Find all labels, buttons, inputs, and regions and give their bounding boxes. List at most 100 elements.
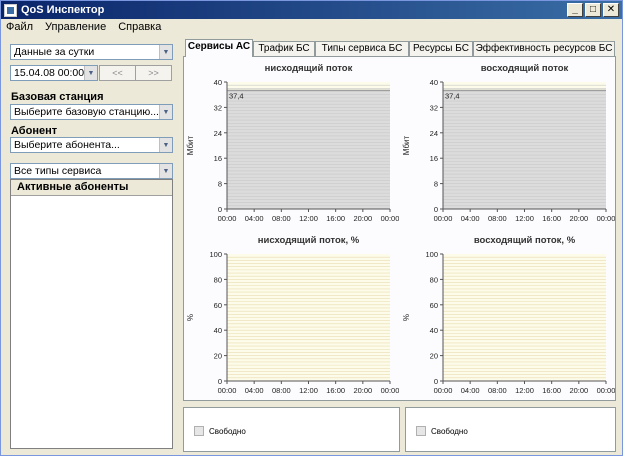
period-select[interactable]: Данные за сутки ▼ <box>10 44 173 60</box>
y-tick-label: 8 <box>218 180 222 189</box>
y-tick-label: 32 <box>430 103 438 112</box>
x-tick-label: 20:00 <box>353 386 372 395</box>
tab-resources-bs[interactable]: Ресурсы БС <box>409 41 473 56</box>
chevron-down-icon[interactable]: ▼ <box>159 45 172 59</box>
service-type-select[interactable]: Все типы сервиса ▼ <box>10 163 173 179</box>
x-tick-label: 04:00 <box>461 214 480 223</box>
x-tick-label: 00:00 <box>218 386 237 395</box>
legend-uplink: Свободно <box>405 407 616 452</box>
threshold-label: 37,4 <box>445 91 460 100</box>
legend-item: Свободно <box>416 426 468 436</box>
y-tick-label: 20 <box>430 352 438 361</box>
menu-bar: Файл Управление Справка <box>1 19 622 35</box>
chevron-down-icon[interactable]: ▼ <box>159 105 172 119</box>
x-tick-label: 12:00 <box>515 214 534 223</box>
chart-uplink-mbit: восходящий поток 37,4 0 8 16 24 32 40 00:00 04:00… <box>402 63 615 223</box>
tab-services-as[interactable]: Сервисы АС <box>185 39 253 57</box>
x-tick-label: 00:00 <box>597 386 615 395</box>
legend-swatch <box>194 426 204 436</box>
subscriber-value: Выберите абонента... <box>14 139 120 151</box>
chart-downlink-mbit: нисходящий поток 37,4 0 8 16 24 32 40 00:00 04:00… <box>186 63 399 223</box>
y-tick-label: 16 <box>214 154 222 163</box>
base-station-label: Базовая станция <box>11 91 104 103</box>
chevron-down-icon[interactable]: ▼ <box>159 164 172 178</box>
chart-title: нисходящий поток <box>265 63 353 74</box>
base-station-value: Выберите базовую станцию... <box>14 106 159 118</box>
prev-button[interactable]: << <box>99 65 136 81</box>
x-tick-label: 08:00 <box>272 214 291 223</box>
x-tick-label: 12:00 <box>299 214 318 223</box>
app-icon <box>4 3 17 17</box>
x-tick-label: 16:00 <box>326 386 345 395</box>
y-tick-label: 32 <box>214 103 222 112</box>
chart-title: восходящий поток, % <box>474 235 576 246</box>
area-fill <box>443 90 606 209</box>
x-tick-label: 04:00 <box>245 386 264 395</box>
x-tick-label: 04:00 <box>461 386 480 395</box>
y-axis-label: Мбит <box>402 135 411 155</box>
legend-swatch <box>416 426 426 436</box>
x-tick-label: 08:00 <box>488 214 507 223</box>
y-tick-label: 8 <box>434 180 438 189</box>
x-tick-label: 00:00 <box>218 214 237 223</box>
x-tick-label: 00:00 <box>381 214 399 223</box>
x-tick-label: 12:00 <box>515 386 534 395</box>
x-tick-label: 00:00 <box>381 386 399 395</box>
legend-label: Свободно <box>209 426 246 436</box>
chart-title: нисходящий поток, % <box>258 235 360 246</box>
tab-resource-efficiency-bs[interactable]: Эффективность ресурсов БС <box>473 41 615 56</box>
x-tick-label: 08:00 <box>488 386 507 395</box>
next-button[interactable]: >> <box>135 65 172 81</box>
menu-help[interactable]: Справка <box>118 21 161 33</box>
y-tick-label: 40 <box>214 78 222 87</box>
y-tick-label: 0 <box>218 377 222 386</box>
period-value: Данные за сутки <box>14 46 95 58</box>
menu-file[interactable]: Файл <box>6 21 33 33</box>
menu-control[interactable]: Управление <box>45 21 106 33</box>
y-axis-label: % <box>402 314 411 321</box>
y-tick-label: 40 <box>430 326 438 335</box>
x-tick-label: 08:00 <box>272 386 291 395</box>
minimize-button[interactable]: _ <box>567 3 583 17</box>
x-tick-label: 20:00 <box>569 214 588 223</box>
chevron-down-icon[interactable]: ▼ <box>84 66 97 80</box>
service-type-value: Все типы сервиса <box>14 165 102 177</box>
x-tick-label: 20:00 <box>569 386 588 395</box>
y-tick-label: 100 <box>425 250 438 259</box>
y-axis-label: Мбит <box>186 135 195 155</box>
legend-item: Свободно <box>194 426 246 436</box>
y-tick-label: 20 <box>214 352 222 361</box>
x-tick-label: 12:00 <box>299 386 318 395</box>
maximize-button[interactable]: □ <box>585 3 601 17</box>
y-tick-label: 24 <box>214 129 222 138</box>
subscriber-label: Абонент <box>11 125 58 137</box>
area-fill <box>227 90 390 209</box>
active-subscribers-list[interactable]: Активные абоненты <box>10 179 173 449</box>
y-tick-label: 80 <box>430 275 438 284</box>
tab-traffic-bs[interactable]: Трафик БС <box>253 41 315 56</box>
x-tick-label: 16:00 <box>542 386 561 395</box>
y-tick-label: 80 <box>214 275 222 284</box>
title-bar[interactable]: QoS Инспектор _ □ ✕ <box>1 1 622 19</box>
x-tick-label: 00:00 <box>597 214 615 223</box>
x-tick-label: 16:00 <box>542 214 561 223</box>
base-station-select[interactable]: Выберите базовую станцию... ▼ <box>10 104 173 120</box>
left-panel: Данные за сутки ▼ 15.04.08 00:00 ▼ << >>… <box>7 41 173 449</box>
chevron-down-icon[interactable]: ▼ <box>159 138 172 152</box>
y-tick-label: 0 <box>434 377 438 386</box>
tab-service-types-bs[interactable]: Типы сервиса БС <box>315 41 409 56</box>
chart-downlink-percent: нисходящий поток, % 0 20 40 60 80 100 00:00 04:0… <box>186 235 399 395</box>
y-tick-label: 0 <box>218 205 222 214</box>
threshold-label: 37,4 <box>229 91 244 100</box>
y-tick-label: 0 <box>434 205 438 214</box>
app-window: QoS Инспектор _ □ ✕ Файл Управление Спра… <box>0 0 623 456</box>
active-subscribers-header[interactable]: Активные абоненты <box>11 180 172 196</box>
y-tick-label: 24 <box>430 129 438 138</box>
date-picker[interactable]: 15.04.08 00:00 ▼ <box>10 65 98 81</box>
legend-label: Свободно <box>431 426 468 436</box>
y-tick-label: 40 <box>214 326 222 335</box>
x-tick-label: 20:00 <box>353 214 372 223</box>
chart-uplink-percent: восходящий поток, % 0 20 40 60 80 100 00:00 04:0… <box>402 235 615 395</box>
subscriber-select[interactable]: Выберите абонента... ▼ <box>10 137 173 153</box>
close-button[interactable]: ✕ <box>603 3 619 17</box>
